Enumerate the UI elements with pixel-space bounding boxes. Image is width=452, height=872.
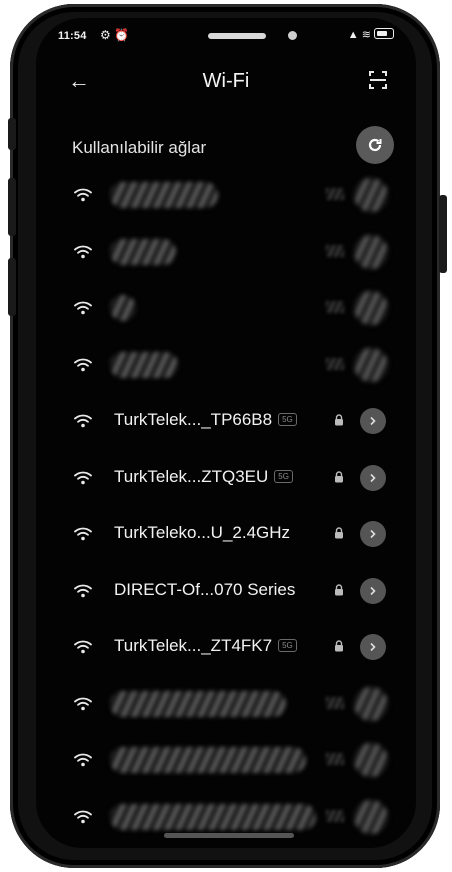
network-row[interactable]: TurkTelek...ZTQ3EU 5G — [36, 451, 416, 507]
lock-icon — [335, 583, 343, 595]
network-row[interactable]: TurkTeleko...U_2.4GHz — [36, 507, 416, 563]
chevron-right-icon — [370, 529, 376, 539]
power-button — [439, 195, 447, 273]
network-row[interactable] — [36, 338, 416, 394]
obscured-info-button[interactable] — [354, 799, 388, 834]
network-ssid: DIRECT-Of...070 Series — [114, 580, 295, 600]
obscured-lock-icon — [326, 301, 344, 313]
chevron-right-icon — [370, 586, 376, 595]
network-details-button[interactable] — [360, 464, 386, 491]
wifi-signal-icon — [74, 584, 92, 597]
home-indicator[interactable] — [164, 833, 294, 838]
speaker-grille — [208, 33, 266, 39]
network-ssid-text: TurkTelek...ZTQ3EU — [114, 466, 269, 486]
obscured-network-name — [110, 295, 136, 321]
signal-wifi-icons: ▲ ≋ — [347, 29, 371, 41]
network-ssid-text: TurkTeleko...U_2.4GHz — [114, 523, 291, 542]
obscured-lock-icon — [326, 753, 344, 765]
obscured-network-name — [110, 747, 306, 773]
network-ssid: TurkTeleko...U_2.4GHz — [114, 523, 290, 543]
band-badge: 5G — [274, 469, 293, 483]
wifi-signal-icon — [74, 414, 92, 428]
obscured-lock-icon — [326, 188, 344, 200]
network-row[interactable] — [36, 225, 416, 281]
refresh-icon — [368, 138, 382, 152]
obscured-info-button[interactable] — [354, 234, 388, 269]
network-row[interactable] — [36, 733, 416, 789]
network-ssid: TurkTelek...ZTQ3EU 5G — [114, 467, 293, 487]
status-icons-right: ▲ ≋ — [348, 28, 394, 41]
wifi-signal-icon — [74, 301, 92, 315]
obscured-network-name — [110, 182, 218, 208]
lock-icon — [335, 470, 343, 482]
lock-icon — [335, 527, 343, 539]
volume-down-button — [8, 258, 16, 316]
wifi-signal-icon — [74, 527, 92, 541]
obscured-lock-icon — [326, 809, 344, 822]
obscured-info-button[interactable] — [354, 743, 388, 777]
network-row[interactable] — [36, 281, 416, 337]
network-row[interactable]: TurkTelek..._TP66B8 5G — [36, 394, 416, 450]
available-networks-header: Kullanılabilir ağlar — [72, 126, 398, 166]
wifi-signal-icon — [74, 188, 92, 202]
network-row[interactable] — [36, 677, 416, 733]
network-ssid-text: TurkTelek..._ZT4FK7 — [114, 636, 273, 655]
qr-scan-icon[interactable] — [368, 70, 388, 90]
screen: 11:54 ⚙ ⏰ ▲ ≋ ← Wi-Fi Kullanılabilir ağl… — [36, 18, 416, 848]
wifi-signal-icon — [74, 810, 92, 823]
page-title: Wi-Fi — [202, 70, 250, 92]
obscured-network-name — [110, 803, 316, 830]
obscured-info-button[interactable] — [354, 686, 388, 721]
chevron-right-icon — [370, 473, 376, 482]
obscured-network-name — [110, 690, 286, 717]
obscured-lock-icon — [326, 696, 344, 709]
network-row[interactable]: DIRECT-Of...070 Series — [36, 564, 416, 620]
network-row[interactable] — [36, 168, 416, 224]
wifi-signal-icon — [74, 471, 92, 484]
obscured-info-button[interactable] — [354, 178, 388, 212]
lock-icon — [335, 414, 343, 426]
network-details-button[interactable] — [360, 577, 386, 604]
wifi-signal-icon — [74, 640, 92, 654]
band-badge: 5G — [278, 639, 297, 652]
available-networks-label: Kullanılabilir ağlar — [72, 138, 207, 157]
volume-up-button — [8, 178, 16, 236]
wifi-signal-icon — [74, 245, 92, 258]
network-ssid-text: DIRECT-Of...070 Series — [114, 579, 296, 599]
network-ssid-text: TurkTelek..._TP66B8 — [114, 410, 273, 429]
status-time: 11:54 — [58, 30, 87, 42]
network-details-button[interactable] — [360, 521, 386, 547]
network-details-button[interactable] — [360, 634, 386, 660]
obscured-info-button[interactable] — [354, 347, 388, 382]
network-ssid: TurkTelek..._TP66B8 5G — [114, 410, 297, 430]
obscured-info-button[interactable] — [354, 291, 388, 325]
obscured-lock-icon — [326, 357, 344, 370]
side-button — [8, 118, 16, 150]
network-details-button[interactable] — [360, 408, 386, 434]
obscured-lock-icon — [326, 244, 344, 257]
wifi-signal-icon — [74, 358, 92, 371]
obscured-network-name — [110, 238, 176, 265]
network-ssid: TurkTelek..._ZT4FK7 5G — [114, 636, 297, 656]
app-header: ← Wi-Fi — [36, 62, 416, 102]
status-bar: 11:54 ⚙ ⏰ ▲ ≋ — [58, 28, 394, 46]
lock-icon — [335, 640, 343, 652]
refresh-button[interactable] — [356, 126, 394, 164]
front-camera — [288, 31, 297, 40]
chevron-right-icon — [370, 416, 376, 426]
band-badge: 5G — [278, 413, 297, 426]
chevron-right-icon — [370, 642, 376, 652]
obscured-network-name — [110, 351, 178, 378]
network-row[interactable]: TurkTelek..._ZT4FK7 5G — [36, 620, 416, 676]
status-icons-left: ⚙ ⏰ — [100, 28, 130, 42]
wifi-signal-icon — [74, 697, 92, 710]
battery-icon — [374, 28, 394, 39]
wifi-signal-icon — [74, 753, 92, 767]
